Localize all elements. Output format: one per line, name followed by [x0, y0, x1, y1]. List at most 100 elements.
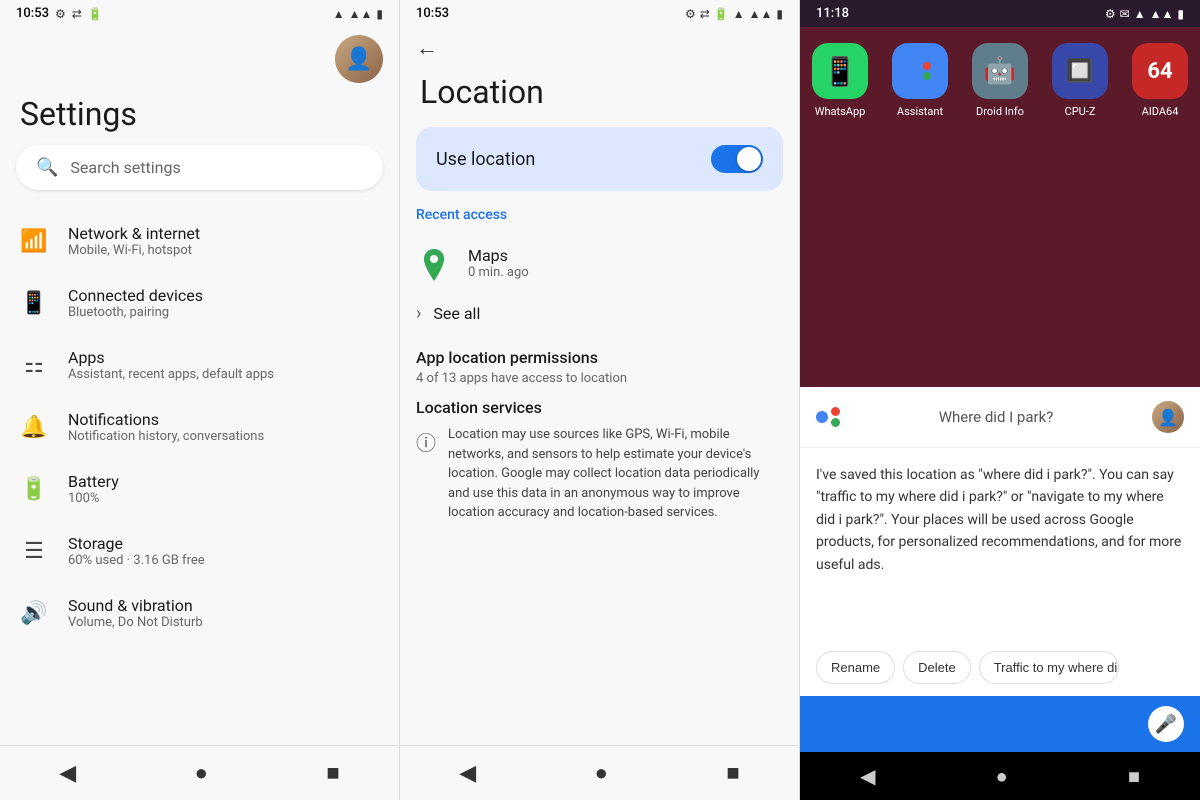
whatsapp-app[interactable]: 📱 WhatsApp — [812, 43, 868, 118]
settings-item-battery[interactable]: 🔋 Battery 100% — [0, 458, 399, 520]
assistant-icon — [892, 43, 948, 99]
droid-label: Droid Info — [976, 105, 1024, 118]
assistant-actions: Rename Delete Traffic to my where di — [800, 643, 1200, 696]
battery-full-icon: ▮ — [376, 7, 383, 21]
traffic-button[interactable]: Traffic to my where di — [979, 651, 1119, 684]
settings-item-text-network: Network & internet Mobile, Wi-Fi, hotspo… — [68, 224, 200, 258]
battery-icon-3: ▮ — [1177, 7, 1184, 21]
settings-item-text-sound: Sound & vibration Volume, Do Not Disturb — [68, 596, 203, 630]
use-location-label: Use location — [436, 149, 535, 170]
assistant-dots — [910, 62, 931, 80]
settings-item-notifications[interactable]: 🔔 Notifications Notification history, co… — [0, 396, 399, 458]
search-bar[interactable]: 🔍 Search settings — [16, 145, 383, 190]
back-button-2[interactable]: ← — [416, 35, 438, 61]
assistant-input-bar: 🎤 — [800, 696, 1200, 752]
app-permissions-title: App location permissions — [416, 348, 783, 367]
aida-icon: 64 — [1132, 43, 1188, 99]
status-bar-right-2: ⚙ ⇄ 🔋 ▲ ▲▲ ▮ — [685, 7, 783, 21]
recent-button-loc[interactable]: ■ — [706, 756, 759, 790]
whatsapp-label: WhatsApp — [815, 105, 866, 118]
storage-subtitle: 60% used · 3.16 GB free — [68, 553, 205, 568]
assistant-app[interactable]: Assistant — [892, 43, 948, 118]
maps-app-item[interactable]: Maps 0 min. ago — [416, 235, 783, 291]
settings-status-icon: ⚙ — [55, 7, 66, 21]
connected-subtitle: Bluetooth, pairing — [68, 305, 203, 320]
time-1: 10:53 — [16, 6, 49, 21]
sound-title: Sound & vibration — [68, 596, 203, 615]
share-icon-2: ⇄ — [700, 7, 710, 21]
delete-button[interactable]: Delete — [903, 651, 971, 684]
apps-title: Apps — [68, 348, 274, 367]
user-avatar-small: 👤 — [1152, 401, 1184, 433]
status-bar-1: 10:53 ⚙ ⇄ 🔋 ▲ ▲▲ ▮ — [0, 0, 399, 27]
back-button-1[interactable]: ◀ — [39, 757, 96, 790]
location-info-text: Location may use sources like GPS, Wi-Fi… — [448, 425, 783, 523]
time-3: 11:18 — [816, 6, 849, 21]
apps-subtitle: Assistant, recent apps, default apps — [68, 367, 274, 382]
cpuz-label: CPU-Z — [1065, 105, 1096, 118]
settings-item-text-storage: Storage 60% used · 3.16 GB free — [68, 534, 205, 568]
assistant-message: I've saved this location as "where did i… — [800, 448, 1200, 643]
network-subtitle: Mobile, Wi-Fi, hotspot — [68, 243, 200, 258]
recent-button-1[interactable]: ■ — [306, 756, 359, 790]
use-location-card[interactable]: Use location — [416, 127, 783, 191]
nav-bar-2: ◀ ● ■ — [400, 745, 799, 800]
see-all-row[interactable]: › See all — [416, 291, 783, 336]
see-all-text: See all — [433, 304, 480, 323]
battery-icon: 🔋 — [20, 477, 48, 502]
settings-item-storage[interactable]: ☰ Storage 60% used · 3.16 GB free — [0, 520, 399, 582]
home-button-3[interactable]: ● — [976, 760, 1028, 793]
maps-icon — [416, 245, 452, 281]
storage-icon: ☰ — [20, 539, 48, 564]
rename-button[interactable]: Rename — [816, 651, 895, 684]
back-button-3[interactable]: ◀ — [840, 760, 895, 792]
storage-title: Storage — [68, 534, 205, 553]
wifi-icon-2: ▲ — [733, 7, 745, 21]
cpuz-app[interactable]: 🔲 CPU-Z — [1052, 43, 1108, 118]
mic-icon[interactable]: 🎤 — [1148, 706, 1184, 742]
droid-app[interactable]: 🤖 Droid Info — [972, 43, 1028, 118]
settings-item-connected[interactable]: 📱 Connected devices Bluetooth, pairing — [0, 272, 399, 334]
whatsapp-icon: 📱 — [812, 43, 868, 99]
recent-access-title: Recent access — [416, 207, 783, 223]
search-input[interactable]: Search settings — [70, 158, 180, 177]
assistant-header: Where did I park? 👤 — [800, 387, 1200, 448]
maps-app-text: Maps 0 min. ago — [468, 246, 529, 280]
mobile-signal-icon: ▲▲ — [349, 7, 373, 21]
aida-app[interactable]: 64 AIDA64 — [1132, 43, 1188, 118]
volume-icon: 🔊 — [20, 601, 48, 626]
assistant-card: Where did I park? 👤 I've saved this loca… — [800, 387, 1200, 752]
network-title: Network & internet — [68, 224, 200, 243]
location-toggle[interactable] — [711, 145, 763, 173]
info-row: ⓘ Location may use sources like GPS, Wi-… — [416, 425, 783, 523]
app-permissions-subtitle: 4 of 13 apps have access to location — [416, 371, 783, 386]
back-button-loc[interactable]: ◀ — [439, 757, 496, 790]
bell-icon: 🔔 — [20, 415, 48, 440]
search-icon: 🔍 — [36, 157, 58, 178]
settings-item-text-connected: Connected devices Bluetooth, pairing — [68, 286, 203, 320]
home-button-loc[interactable]: ● — [575, 756, 628, 790]
apps-icon: ⚏ — [20, 353, 48, 378]
settings-item-apps[interactable]: ⚏ Apps Assistant, recent apps, default a… — [0, 334, 399, 396]
settings-item-network[interactable]: 📶 Network & internet Mobile, Wi-Fi, hots… — [0, 210, 399, 272]
connected-title: Connected devices — [68, 286, 203, 305]
battery-subtitle: 100% — [68, 491, 119, 506]
assistant-logo — [816, 407, 840, 427]
status-bar-3: 11:18 ⚙ ✉ ▲ ▲▲ ▮ — [800, 0, 1200, 27]
assistant-query: Where did I park? — [852, 408, 1140, 426]
location-title: Location — [400, 61, 799, 127]
notifications-title: Notifications — [68, 410, 264, 429]
battery-status-icon: 🔋 — [88, 7, 103, 21]
settings-item-sound[interactable]: 🔊 Sound & vibration Volume, Do Not Distu… — [0, 582, 399, 644]
battery-full-icon-2: ▮ — [776, 7, 783, 21]
battery-icon-2: 🔋 — [714, 7, 729, 21]
time-2: 10:53 — [416, 6, 449, 21]
gear-icon-3: ⚙ — [1105, 7, 1116, 21]
home-button-1[interactable]: ● — [175, 756, 228, 790]
droid-icon: 🤖 — [972, 43, 1028, 99]
status-bar-left-1: 10:53 ⚙ ⇄ 🔋 — [16, 6, 103, 21]
avatar[interactable]: 👤 — [335, 35, 383, 83]
settings-item-text-notifications: Notifications Notification history, conv… — [68, 410, 264, 444]
recent-button-3[interactable]: ■ — [1108, 760, 1160, 793]
toggle-knob — [737, 147, 761, 171]
